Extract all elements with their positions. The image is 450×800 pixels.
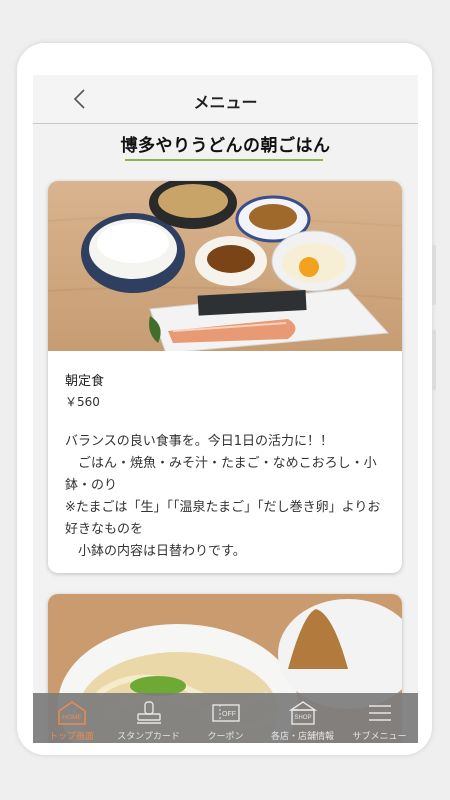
section-title-underline bbox=[125, 159, 323, 161]
phone-side-button bbox=[432, 245, 436, 305]
stamp-icon bbox=[137, 701, 161, 724]
page-title: メニュー bbox=[193, 95, 258, 112]
app-screen: メニュー 博多やりうどんの朝ごはん 朝定食 ￥560 バランスの良い食事を。今日… bbox=[33, 75, 418, 743]
tab-home[interactable]: HOME トップ画面 bbox=[33, 693, 110, 743]
tab-bar: HOME トップ画面 スタンプカード OFF クーポン SHOP 各店・店舗情報… bbox=[33, 693, 418, 743]
tab-sub-menu[interactable]: サブメニュー bbox=[341, 693, 418, 743]
svg-text:OFF: OFF bbox=[222, 711, 236, 718]
breakfast-set-photo bbox=[48, 181, 402, 351]
tab-coupon[interactable]: OFF クーポン bbox=[187, 693, 264, 743]
menu-item-card[interactable]: 朝定食 ￥560 バランスの良い食事を。今日1日の活力に！！ ごはん・焼魚・みそ… bbox=[48, 181, 402, 573]
menu-icon bbox=[369, 705, 391, 721]
tab-label: トップ画面 bbox=[48, 732, 94, 742]
tab-stamp-card[interactable]: スタンプカード bbox=[110, 693, 187, 743]
tab-label: 各店・店舗情報 bbox=[270, 732, 334, 742]
menu-item-description: バランスの良い食事を。今日1日の活力に！！ ごはん・焼魚・みそ汁・たまご・なめこ… bbox=[65, 434, 381, 559]
tab-store-info[interactable]: SHOP 各店・店舗情報 bbox=[264, 693, 341, 743]
home-icon: HOME bbox=[58, 701, 86, 725]
svg-text:SHOP: SHOP bbox=[294, 715, 311, 721]
tab-label: クーポン bbox=[207, 732, 244, 742]
coupon-icon: OFF bbox=[212, 704, 240, 722]
nav-bar: メニュー bbox=[33, 75, 418, 124]
tab-label: サブメニュー bbox=[352, 732, 407, 742]
shop-icon: SHOP bbox=[288, 701, 318, 725]
svg-text:HOME: HOME bbox=[62, 714, 82, 721]
menu-item-price: ￥560 bbox=[65, 395, 100, 409]
tab-label: スタンプカード bbox=[117, 732, 180, 742]
menu-item-name: 朝定食 bbox=[65, 374, 105, 389]
phone-side-button bbox=[432, 330, 436, 390]
section-title: 博多やりうどんの朝ごはん bbox=[120, 136, 331, 156]
